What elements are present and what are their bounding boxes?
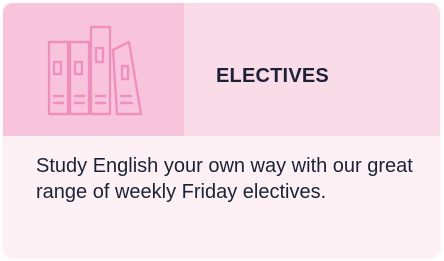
- electives-card: ELECTIVES Study English your own way wit…: [3, 3, 440, 257]
- icon-box: [3, 3, 184, 136]
- card-header: ELECTIVES: [3, 3, 440, 136]
- books-icon: [47, 25, 143, 116]
- card-description: Study English your own way with our grea…: [36, 155, 413, 203]
- card-title: ELECTIVES: [216, 65, 329, 87]
